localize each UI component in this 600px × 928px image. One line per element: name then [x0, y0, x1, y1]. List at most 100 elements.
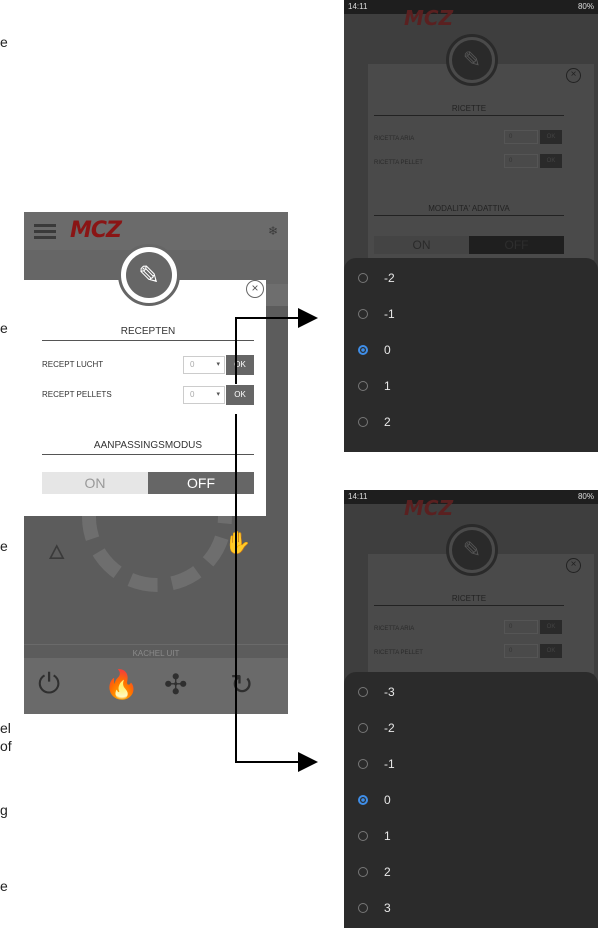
option-label: -2 [384, 271, 395, 285]
text-fragment: e [0, 538, 8, 554]
toggle-off-button[interactable]: OFF [469, 236, 564, 254]
option-row[interactable]: 2 [344, 404, 598, 440]
value-picker-sheet: -3 -2 -1 0 1 2 3 [344, 672, 598, 928]
close-icon[interactable]: × [246, 280, 264, 298]
value-picker-sheet: -2 -1 0 1 2 [344, 258, 598, 452]
text-fragment: el [0, 720, 11, 736]
recipe-air-select[interactable]: 0 ▾ [183, 356, 225, 374]
pencil-icon: ✎ [126, 252, 172, 298]
option-label: 2 [384, 415, 391, 429]
option-row[interactable]: -3 [344, 674, 598, 710]
battery-level: 80% [577, 2, 594, 11]
auto-flame-icon[interactable]: 🜂 [48, 530, 65, 571]
close-icon[interactable]: × [566, 558, 581, 573]
recipe-pellet-label: RICETTA PELLET [374, 160, 423, 166]
recipes-title: RICETTE [374, 104, 564, 116]
adaptive-mode-title: MODALITA' ADATTIVA [374, 204, 564, 216]
power-icon[interactable]: ⏻ [38, 668, 60, 701]
text-fragment: e [0, 320, 8, 336]
adaptive-mode-toggle: ON OFF [374, 236, 564, 254]
recipe-air-select[interactable]: 0 [504, 130, 538, 144]
pencil-icon: ✎ [452, 40, 492, 80]
option-row[interactable]: -2 [344, 260, 598, 296]
radio-icon [358, 381, 368, 391]
brand-logo: MCZ [404, 6, 454, 30]
adaptive-mode-title: AANPASSINGSMODUS [42, 440, 254, 455]
option-label: -3 [384, 685, 395, 699]
text-fragment: of [0, 738, 12, 754]
status-time: 14:11 [348, 492, 368, 501]
option-label: -1 [384, 757, 395, 771]
recipe-pellet-ok-button[interactable]: OK [540, 154, 562, 168]
recipe-air-label: RICETTA ARIA [374, 136, 415, 142]
right-bottom-screenshot: 14:11 80% MCZ ✎ × RICETTE RICETTA ARIA 0… [344, 490, 598, 928]
status-bar: 14:11 80% [344, 0, 598, 14]
radio-selected-icon [358, 345, 368, 355]
snowflake-icon[interactable]: ❄ [268, 224, 278, 238]
radio-icon [358, 903, 368, 913]
recipe-pellet-select[interactable]: 0 [504, 644, 538, 658]
recipe-air-ok-button[interactable]: OK [540, 130, 562, 144]
radio-icon [358, 831, 368, 841]
option-label: 3 [384, 901, 391, 915]
status-time: 14:11 [348, 2, 368, 11]
fan-icon[interactable]: ✣ [164, 668, 187, 701]
recipe-pellets-select[interactable]: 0 ▾ [183, 386, 225, 404]
recipe-air-label: RECEPT LUCHT [42, 360, 104, 369]
option-row[interactable]: 3 [344, 890, 598, 926]
right-top-screenshot: 14:11 80% MCZ ✎ × RICETTE RICETTA ARIA 0… [344, 0, 598, 452]
radio-icon [358, 687, 368, 697]
text-fragment: e [0, 878, 8, 894]
toggle-on-button[interactable]: ON [374, 236, 469, 254]
recipe-pellet-label: RICETTA PELLET [374, 650, 423, 656]
refresh-icon[interactable]: ↻ [230, 668, 253, 701]
option-label: 2 [384, 865, 391, 879]
recipe-pellet-ok-button[interactable]: OK [540, 644, 562, 658]
recipe-pellets-ok-button[interactable]: OK [226, 385, 254, 405]
flame-icon[interactable]: 🔥 [104, 668, 139, 701]
radio-icon [358, 273, 368, 283]
bottom-toolbar: ⏻ 🔥 ✣ ↻ [24, 658, 288, 714]
recipes-title: RECEPTEN [42, 326, 254, 341]
radio-icon [358, 867, 368, 877]
recipe-pellet-select[interactable]: 0 [504, 154, 538, 168]
toggle-off-button[interactable]: OFF [148, 472, 254, 494]
option-label: 0 [384, 793, 391, 807]
option-label: -2 [384, 721, 395, 735]
close-icon[interactable]: × [566, 68, 581, 83]
edit-badge: ✎ [446, 524, 498, 576]
toggle-on-button[interactable]: ON [42, 472, 148, 494]
brand-logo: MCZ [70, 218, 122, 243]
battery-level: 80% [577, 492, 594, 501]
option-row[interactable]: -1 [344, 746, 598, 782]
radio-selected-icon [358, 795, 368, 805]
menu-icon[interactable] [34, 224, 56, 239]
option-row-selected[interactable]: 0 [344, 782, 598, 818]
option-row[interactable]: 2 [344, 854, 598, 890]
recipe-air-ok-button[interactable]: OK [540, 620, 562, 634]
recipe-air-label: RICETTA ARIA [374, 626, 415, 632]
text-fragment: g [0, 802, 8, 818]
option-row[interactable]: 1 [344, 818, 598, 854]
brand-logo: MCZ [404, 496, 454, 520]
option-label: 0 [384, 343, 391, 357]
option-label: 1 [384, 379, 391, 393]
option-row-selected[interactable]: 0 [344, 332, 598, 368]
manual-hand-icon[interactable]: ✋ [224, 530, 251, 556]
option-row[interactable]: -1 [344, 296, 598, 332]
text-fragment: e [0, 34, 8, 50]
recipe-air-select[interactable]: 0 [504, 620, 538, 634]
option-label: 1 [384, 829, 391, 843]
radio-icon [358, 759, 368, 769]
edit-badge: ✎ [118, 244, 180, 306]
radio-icon [358, 417, 368, 427]
option-row[interactable]: -2 [344, 710, 598, 746]
option-row[interactable]: 1 [344, 368, 598, 404]
edit-badge: ✎ [446, 34, 498, 86]
pencil-icon: ✎ [452, 530, 492, 570]
adaptive-mode-toggle: ON OFF [42, 472, 254, 494]
recipe-air-ok-button[interactable]: OK [226, 355, 254, 375]
recipes-title: RICETTE [374, 594, 564, 606]
stove-status-label: KACHEL UIT [24, 644, 288, 658]
option-label: -1 [384, 307, 395, 321]
